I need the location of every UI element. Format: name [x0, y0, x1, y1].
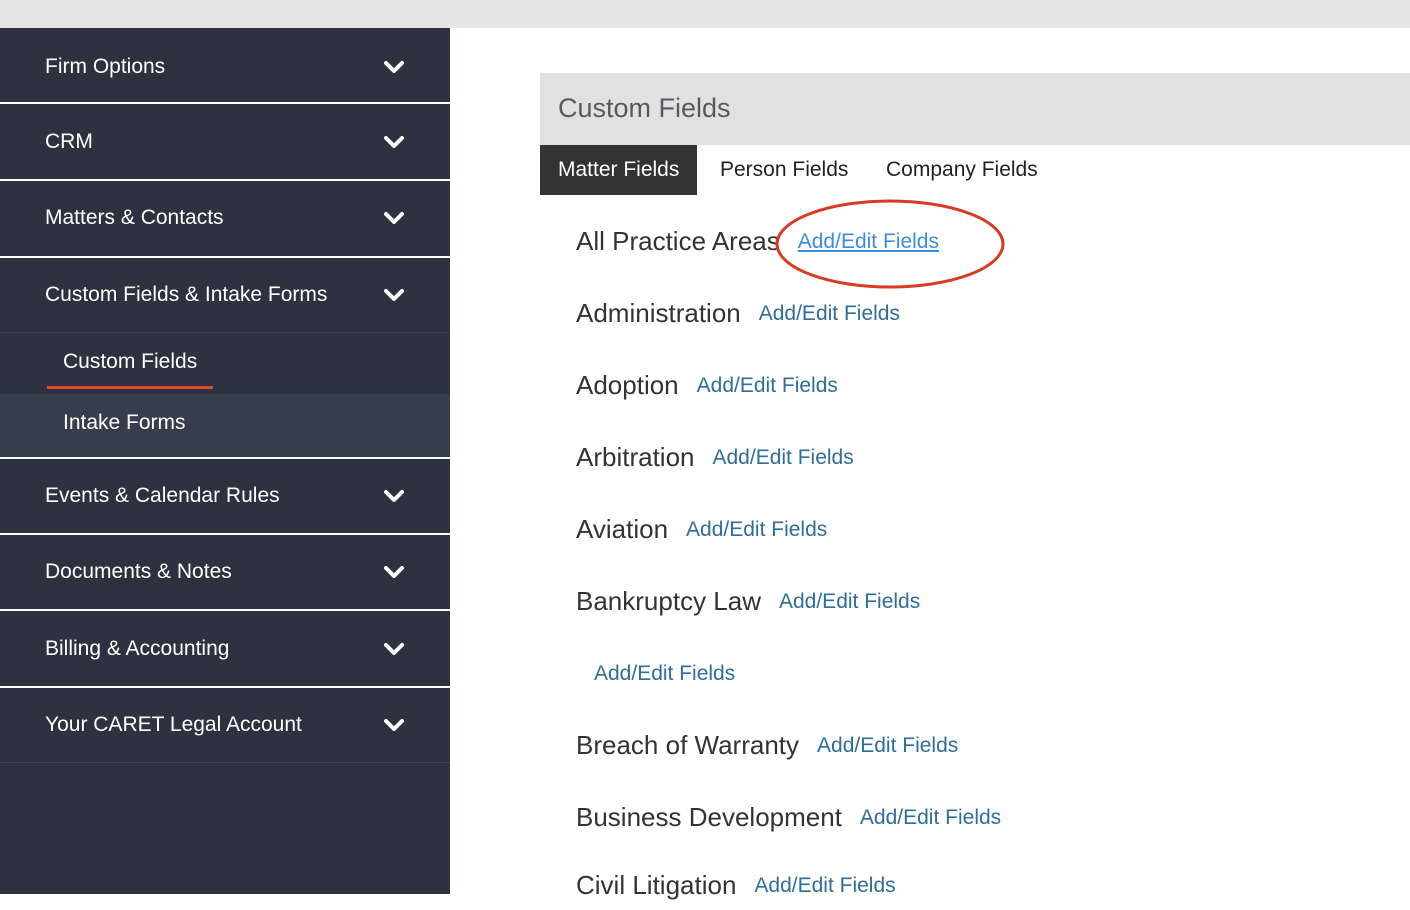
panel-header: Custom Fields: [540, 73, 1410, 145]
chevron-down-icon: [384, 61, 404, 73]
list-item: Add/Edit Fields: [576, 658, 735, 698]
practice-area-name: Civil Litigation: [576, 870, 737, 900]
sidebar-item-label: Matters & Contacts: [45, 206, 224, 229]
chevron-down-icon: [384, 212, 404, 224]
practice-area-name: Bankruptcy Law: [576, 586, 761, 616]
add-edit-fields-link[interactable]: Add/Edit Fields: [713, 446, 854, 469]
practice-area-name: Arbitration: [576, 442, 695, 472]
sidebar-item-label: Custom Fields & Intake Forms: [45, 283, 328, 306]
list-item: Administration Add/Edit Fields: [576, 298, 900, 338]
chevron-down-icon: [384, 643, 404, 655]
add-edit-fields-link[interactable]: Add/Edit Fields: [686, 518, 827, 541]
add-edit-fields-link[interactable]: Add/Edit Fields: [697, 374, 838, 397]
sidebar-subitem-label: Custom Fields: [63, 350, 198, 373]
chevron-down-icon: [384, 136, 404, 148]
practice-area-name: Breach of Warranty: [576, 730, 800, 760]
sidebar-subitem-label: Intake Forms: [63, 411, 186, 434]
chevron-down-icon: [384, 566, 404, 578]
list-item: Aviation Add/Edit Fields: [576, 514, 827, 554]
add-edit-fields-link[interactable]: Add/Edit Fields: [860, 806, 1001, 829]
sidebar-subitem-custom-fields[interactable]: Custom Fields: [0, 333, 450, 394]
list-item: Breach of Warranty Add/Edit Fields: [576, 730, 958, 770]
divider: [0, 609, 450, 611]
sidebar-item-label: Documents & Notes: [45, 560, 232, 583]
practice-area-name: Adoption: [576, 370, 679, 400]
sidebar-item-custom-fields-intake-forms[interactable]: Custom Fields & Intake Forms: [0, 258, 450, 332]
tab-company-fields[interactable]: Company Fields: [886, 145, 1038, 195]
list-item: Business Development Add/Edit Fields: [576, 802, 1001, 842]
add-edit-fields-link[interactable]: Add/Edit Fields: [759, 302, 900, 325]
add-edit-fields-link[interactable]: Add/Edit Fields: [817, 734, 958, 757]
list-item: Arbitration Add/Edit Fields: [576, 442, 854, 482]
sidebar-item-events-calendar-rules[interactable]: Events & Calendar Rules: [0, 459, 450, 533]
add-edit-fields-link[interactable]: Add/Edit Fields: [798, 230, 939, 253]
sidebar-item-your-caret-legal-account[interactable]: Your CARET Legal Account: [0, 688, 450, 762]
practice-area-name: Aviation: [576, 514, 669, 544]
settings-sidebar: Firm Options CRM Matters & Contacts Cust…: [0, 28, 450, 894]
tab-person-fields[interactable]: Person Fields: [720, 145, 848, 195]
chevron-down-icon: [384, 490, 404, 502]
add-edit-fields-link[interactable]: Add/Edit Fields: [779, 590, 920, 613]
active-indicator: [47, 386, 213, 389]
sidebar-item-label: Events & Calendar Rules: [45, 484, 280, 507]
sidebar-item-firm-options[interactable]: Firm Options: [0, 30, 450, 104]
list-item: Adoption Add/Edit Fields: [576, 370, 838, 410]
divider: [0, 102, 450, 104]
sidebar-item-label: Billing & Accounting: [45, 637, 230, 660]
practice-area-name: All Practice Areas: [576, 226, 780, 256]
list-item: All Practice Areas Add/Edit Fields: [576, 226, 939, 266]
practice-area-name: Administration: [576, 298, 741, 328]
divider: [0, 762, 450, 763]
sidebar-item-label: Firm Options: [45, 55, 166, 78]
tab-matter-fields[interactable]: Matter Fields: [540, 145, 698, 195]
sidebar-item-label: Your CARET Legal Account: [45, 713, 302, 736]
list-item: Civil Litigation Add/Edit Fields: [576, 870, 896, 910]
sidebar-item-billing-accounting[interactable]: Billing & Accounting: [0, 612, 450, 686]
sidebar-subitem-intake-forms[interactable]: Intake Forms: [0, 394, 450, 457]
chevron-down-icon: [384, 289, 404, 301]
page-title: Custom Fields: [558, 93, 731, 123]
sidebar-item-matters-contacts[interactable]: Matters & Contacts: [0, 181, 450, 255]
add-edit-fields-link[interactable]: Add/Edit Fields: [594, 662, 735, 685]
sidebar-item-documents-notes[interactable]: Documents & Notes: [0, 535, 450, 609]
top-bar: [0, 0, 1410, 28]
list-item: Bankruptcy Law Add/Edit Fields: [576, 586, 920, 626]
chevron-down-icon: [384, 719, 404, 731]
sidebar-item-label: CRM: [45, 130, 93, 153]
practice-area-name: Business Development: [576, 802, 842, 832]
add-edit-fields-link[interactable]: Add/Edit Fields: [754, 874, 895, 897]
sidebar-item-crm[interactable]: CRM: [0, 105, 450, 179]
